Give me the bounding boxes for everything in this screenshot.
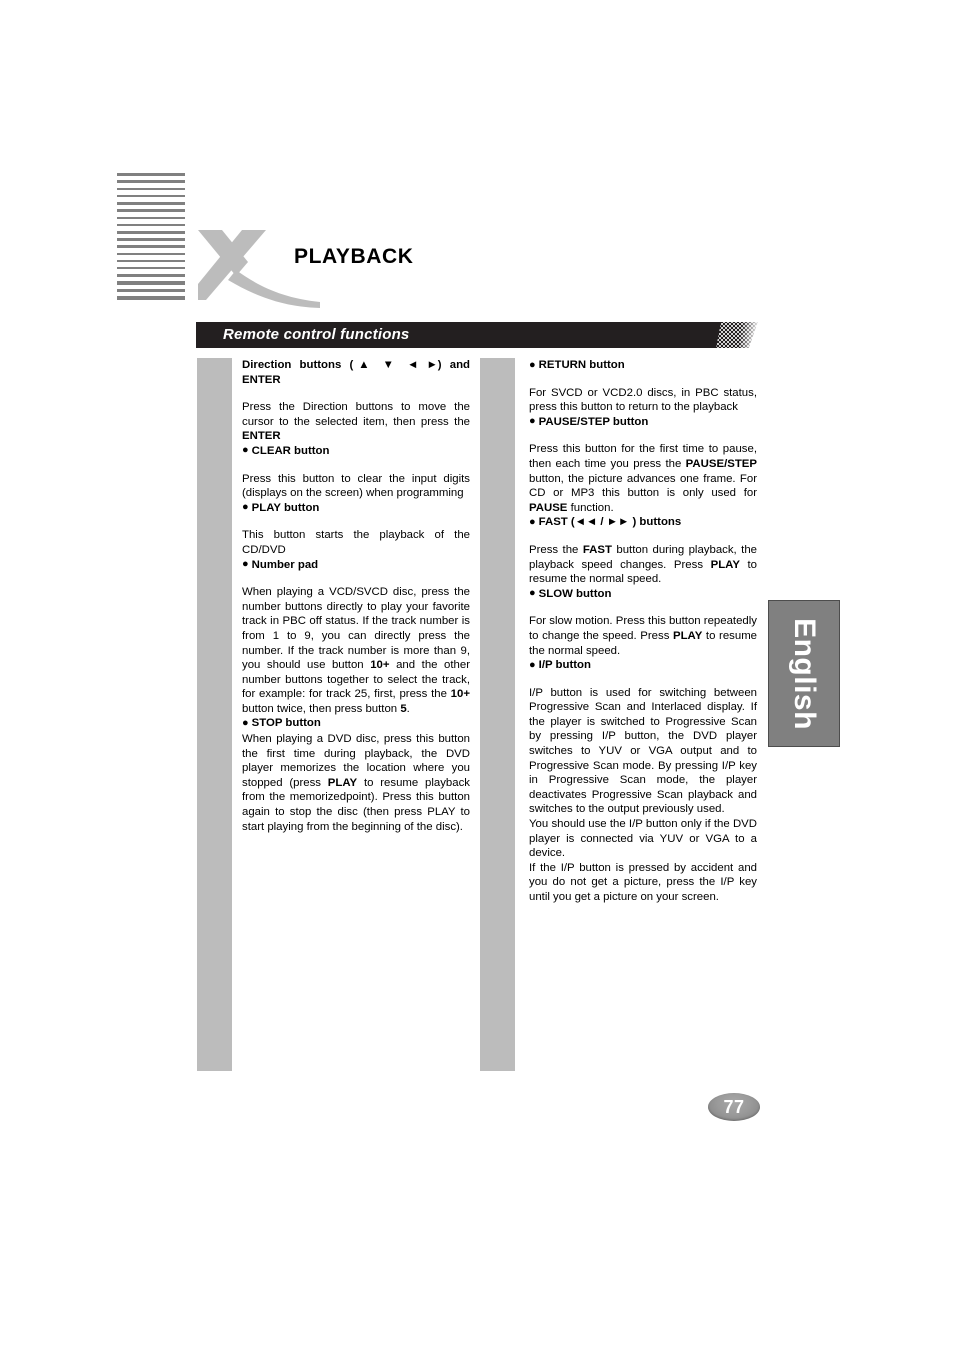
number-pad-heading: ● Number pad	[242, 558, 470, 573]
section-direction-enter: Direction buttons (▲ ▼ ◄ ►) and ENTER Pr…	[242, 358, 470, 444]
section-return-button: ● RETURN button For SVCD or VCD2.0 discs,…	[529, 358, 757, 415]
number-pad-body-4: .	[406, 702, 410, 715]
page-title: PLAYBACK	[294, 245, 414, 268]
ip-heading-label: I/P button	[538, 659, 591, 672]
section-clear-button: ● CLEAR button Press this button to clear…	[242, 444, 470, 501]
play-heading: ● PLAY button	[242, 501, 470, 516]
bullet-dot-icon: ●	[529, 658, 536, 671]
stop-heading-label: STOP button	[251, 717, 321, 730]
halftone-pattern-icon	[716, 322, 758, 348]
clear-heading-label: CLEAR button	[251, 444, 330, 457]
return-body: For SVCD or VCD2.0 discs, in PBC status,…	[529, 386, 757, 414]
slow-heading: ● SLOW button	[529, 587, 757, 602]
fast-body-1: Press the	[529, 543, 583, 556]
right-text-column: ● RETURN button For SVCD or VCD2.0 discs,…	[529, 358, 757, 905]
x-brand-logo	[196, 228, 326, 318]
slow-b1: PLAY	[673, 629, 703, 642]
section-bar: Remote control functions	[196, 322, 758, 348]
pause-step-b2: PAUSE	[529, 501, 568, 514]
pause-step-body-3: function.	[567, 501, 614, 514]
direction-heading-line2: ENTER	[242, 373, 281, 386]
section-slow-button: ● SLOW button For slow motion. Press this…	[529, 587, 757, 658]
number-pad-body: When playing a VCD/SVCD disc, press the …	[242, 585, 470, 716]
section-stop-button: ● STOP button When playing a DVD disc, pr…	[242, 716, 470, 834]
fast-b1: FAST	[582, 543, 612, 556]
bullet-dot-icon: ●	[242, 716, 249, 729]
ip-body-2: You should use the I/P button only if th…	[529, 818, 757, 860]
slow-heading-label: SLOW button	[538, 587, 612, 600]
page-number: 77	[723, 1097, 745, 1117]
section-bar-label: Remote control functions	[223, 326, 410, 343]
section-fast-buttons: ● FAST (◄◄ / ►► ) buttons Press the FAST …	[529, 515, 757, 586]
column-rule-left	[197, 358, 232, 1071]
number-pad-body-3: button twice, then press button	[242, 702, 401, 715]
number-pad-b2: 10+	[450, 688, 470, 701]
play-heading-label: PLAY button	[251, 501, 320, 514]
section-play-button: ● PLAY button This button starts the play…	[242, 501, 470, 558]
clear-heading: ● CLEAR button	[242, 444, 470, 459]
direction-body: Press the Direction buttons to move the …	[242, 400, 470, 444]
pause-step-body: Press this button for the first time to …	[529, 442, 757, 515]
play-body: This button starts the playback of the C…	[242, 529, 470, 556]
pause-step-b1: PAUSE/STEP	[685, 457, 757, 470]
ip-heading: ● I/P button	[529, 658, 757, 673]
bullet-dot-icon: ●	[529, 515, 536, 528]
bullet-dot-icon: ●	[529, 587, 536, 600]
fast-heading-label: FAST (◄◄ / ►► ) buttons	[538, 516, 682, 529]
clear-body: Press this button to clear the input dig…	[242, 472, 470, 500]
pause-step-heading-label: PAUSE/STEP button	[538, 415, 649, 428]
section-ip-button: ● I/P button I/P button is used for switc…	[529, 658, 757, 905]
left-text-column: Direction buttons (▲ ▼ ◄ ►) and ENTER Pr…	[242, 358, 470, 834]
language-tab-label: English	[788, 617, 821, 730]
column-rule-middle	[480, 358, 515, 1071]
stop-heading: ● STOP button	[242, 716, 470, 731]
section-number-pad: ● Number pad When playing a VCD/SVCD disc…	[242, 558, 470, 717]
language-side-tab: English	[768, 600, 840, 747]
fast-body: Press the FAST button during playback, t…	[529, 543, 757, 587]
stop-b1: PLAY	[327, 776, 358, 789]
direction-body-enter: ENTER	[242, 430, 281, 443]
fast-heading: ● FAST (◄◄ / ►► ) buttons	[529, 515, 757, 530]
ip-body-3: If the I/P button is pressed by accident…	[529, 861, 757, 903]
return-heading-label: RETURN button	[538, 359, 625, 371]
number-pad-b1: 10+	[370, 659, 390, 672]
pause-step-heading: ● PAUSE/STEP button	[529, 415, 757, 430]
number-pad-heading-label: Number pad	[251, 558, 319, 571]
stripe-decoration	[117, 173, 185, 317]
pause-step-body-2: button, the picture advances one frame. …	[529, 472, 757, 500]
page-number-badge: 77	[708, 1093, 760, 1121]
bullet-dot-icon: ●	[529, 415, 536, 428]
bullet-dot-icon: ●	[242, 501, 249, 514]
slow-body: For slow motion. Press this button repea…	[529, 614, 757, 658]
return-heading: ● RETURN button	[529, 358, 757, 373]
stop-body: When playing a DVD disc, press this butt…	[242, 732, 470, 834]
bullet-dot-icon: ●	[529, 358, 536, 371]
direction-heading-line1: Direction buttons (▲ ▼ ◄ ►) and	[242, 359, 470, 371]
direction-body-text: Press the Direction buttons to move the …	[242, 401, 470, 428]
fast-b2: PLAY	[710, 558, 740, 571]
bullet-dot-icon: ●	[242, 558, 249, 571]
ip-body-1: I/P button is used for switching between…	[529, 686, 757, 816]
bullet-dot-icon: ●	[242, 444, 249, 457]
section-pause-step-button: ● PAUSE/STEP button Press this button for…	[529, 415, 757, 516]
